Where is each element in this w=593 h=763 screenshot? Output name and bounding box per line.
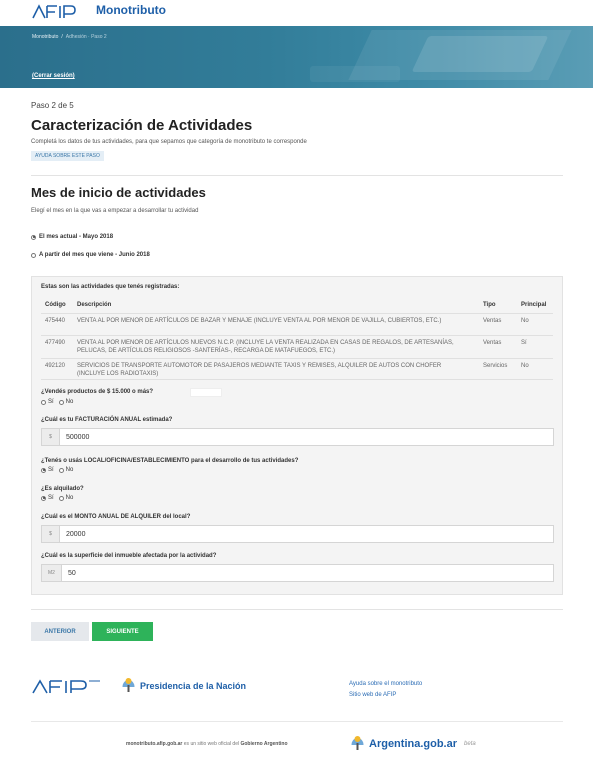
divider [31, 175, 563, 176]
activities-panel: Estas son las actividades que tenés regi… [31, 276, 563, 595]
radio-label: A partir del mes que viene - Junio 2018 [39, 252, 150, 258]
argentina-seal-icon [122, 678, 135, 694]
radio-no[interactable] [58, 495, 64, 501]
legal-mid: es un sitio web oficial del [182, 741, 241, 747]
radio-label-no: No [65, 467, 74, 473]
radio-no[interactable] [58, 399, 64, 405]
brand-title[interactable]: Monotributo [96, 3, 166, 17]
inline-blank-box [190, 388, 222, 397]
section-subtitle-start-month: Elegí el mes en la que vas a empezar a d… [31, 208, 199, 214]
hero-decoration [310, 66, 400, 82]
link-help-monotributo[interactable]: Ayuda sobre el monotributo [349, 681, 422, 687]
cell-code: 475440 [45, 318, 66, 324]
table-row: 492120 SERVICIOS DE TRANSPORTE AUTOMOTOR… [41, 358, 553, 380]
unit-addon: M2 [42, 565, 62, 581]
cell-tipo: Servicios [483, 363, 508, 369]
surface-value[interactable]: 50 [62, 570, 76, 577]
question-rent-amount: ¿Cuál es el MONTO ANUAL DE ALQUILER del … [41, 514, 191, 520]
currency-addon: $ [42, 526, 60, 542]
cell-tipo: Ventas [483, 318, 502, 324]
next-button[interactable]: SIGUIENTE [92, 622, 153, 641]
breadcrumb: Monotributo / Adhesión · Paso 2 [32, 34, 107, 40]
hero-decoration [411, 36, 549, 72]
question-local: ¿Tenés o usás LOCAL/OFICINA/ESTABLECIMIE… [41, 458, 299, 464]
breadcrumb-separator: / [61, 34, 63, 40]
radio-label: El mes actual - Mayo 2018 [39, 234, 114, 240]
question-sell-products: ¿Vendés productos de $ 15.000 o más? [41, 389, 154, 395]
help-step-button[interactable]: AYUDA SOBRE ESTE PASO [31, 151, 104, 161]
page-subtitle: Completá los datos de tus actividades, p… [31, 139, 307, 145]
argentina-seal-icon [351, 736, 364, 752]
radio-next-month[interactable]: A partir del mes que viene - Junio 2018 [31, 252, 150, 258]
radio-current-month[interactable]: El mes actual - Mayo 2018 [31, 234, 113, 240]
step-indicator: Paso 2 de 5 [31, 101, 74, 110]
presidencia-text: Presidencia de la Nación [140, 681, 247, 691]
back-button[interactable]: ANTERIOR [31, 622, 89, 641]
rent-amount-value[interactable]: 20000 [60, 531, 85, 538]
presidencia-logo[interactable]: Presidencia de la Nación [121, 677, 246, 695]
top-bar: Monotributo [0, 0, 593, 26]
footer-afip-logo[interactable] [31, 679, 102, 695]
argentina-gob-logo[interactable]: Argentina.gob.ar beta [350, 735, 476, 753]
radio-label-no: No [65, 399, 74, 405]
cell-code: 492120 [45, 363, 66, 369]
question-surface: ¿Cuál es la superficie del inmueble afec… [41, 553, 217, 559]
afip-logo[interactable] [31, 4, 89, 20]
page-title: Caracterización de Actividades [31, 117, 253, 134]
hero-banner: Monotributo / Adhesión · Paso 2 (Cerrar se… [0, 26, 593, 88]
question-billing: ¿Cuál es tu FACTURACIÓN ANUAL estimada? [41, 417, 173, 423]
currency-addon: $ [42, 429, 60, 445]
column-header-tipo: Tipo [483, 302, 496, 308]
cell-tipo: Ventas [483, 340, 502, 346]
surface-input[interactable]: M2 50 [41, 564, 554, 582]
cell-description: VENTA AL POR MENOR DE ARTÍCULOS DE BAZAR… [77, 318, 442, 324]
cell-code: 477490 [45, 340, 66, 346]
divider [31, 609, 563, 610]
cell-principal: Sí [521, 340, 527, 346]
radio-no[interactable] [58, 467, 64, 473]
radio-group-sell-products: Sí No [41, 399, 76, 405]
radio-yes[interactable] [41, 495, 46, 501]
billing-input[interactable]: $ 500000 [41, 428, 554, 446]
cell-principal: No [521, 318, 529, 324]
beta-badge: beta [464, 741, 476, 747]
legal-gov: Gobierno Argentino [240, 741, 288, 747]
radio-button[interactable] [31, 252, 36, 258]
cell-principal: No [521, 363, 529, 369]
activities-intro: Estas son las actividades que tenés regi… [41, 284, 180, 290]
cell-description: VENTA AL POR MENOR DE ARTÍCULOS NUEVOS N… [77, 340, 454, 354]
breadcrumb-home[interactable]: Monotributo [32, 34, 58, 40]
table-row: 477490 VENTA AL POR MENOR DE ARTÍCULOS N… [41, 335, 553, 358]
column-header-principal: Principal [521, 302, 547, 308]
logout-link[interactable]: (Cerrar sesión) [32, 73, 75, 79]
radio-label-yes: Sí [48, 495, 54, 501]
question-rented: ¿Es alquilado? [41, 486, 84, 492]
radio-label-yes: Sí [48, 399, 54, 405]
radio-group-rented: Sí No [41, 495, 76, 501]
radio-yes[interactable] [41, 399, 46, 405]
legal-site: monotributo.afip.gob.ar [126, 741, 183, 747]
column-header-code: Código [45, 302, 66, 308]
billing-value[interactable]: 500000 [60, 434, 89, 441]
section-title-start-month: Mes de inicio de actividades [31, 185, 206, 200]
legal-text: monotributo.afip.gob.ar es un sitio web … [126, 741, 288, 747]
table-row: 475440 VENTA AL POR MENOR DE ARTÍCULOS D… [41, 313, 553, 335]
divider [31, 721, 563, 722]
table-header: Código Descripción Tipo Principal [41, 301, 553, 313]
radio-group-local: Sí No [41, 467, 76, 473]
column-header-description: Descripción [77, 302, 112, 308]
radio-button[interactable] [31, 234, 36, 240]
link-afip-website[interactable]: Sitio web de AFIP [349, 692, 396, 698]
radio-yes[interactable] [41, 467, 46, 473]
rent-amount-input[interactable]: $ 20000 [41, 525, 554, 543]
radio-label-yes: Sí [48, 467, 54, 473]
cell-description: SERVICIOS DE TRANSPORTE AUTOMOTOR DE PAS… [77, 363, 442, 377]
argentina-text: Argentina.gob.ar [369, 738, 458, 750]
breadcrumb-current: Adhesión · Paso 2 [65, 34, 107, 40]
radio-label-no: No [65, 495, 74, 501]
